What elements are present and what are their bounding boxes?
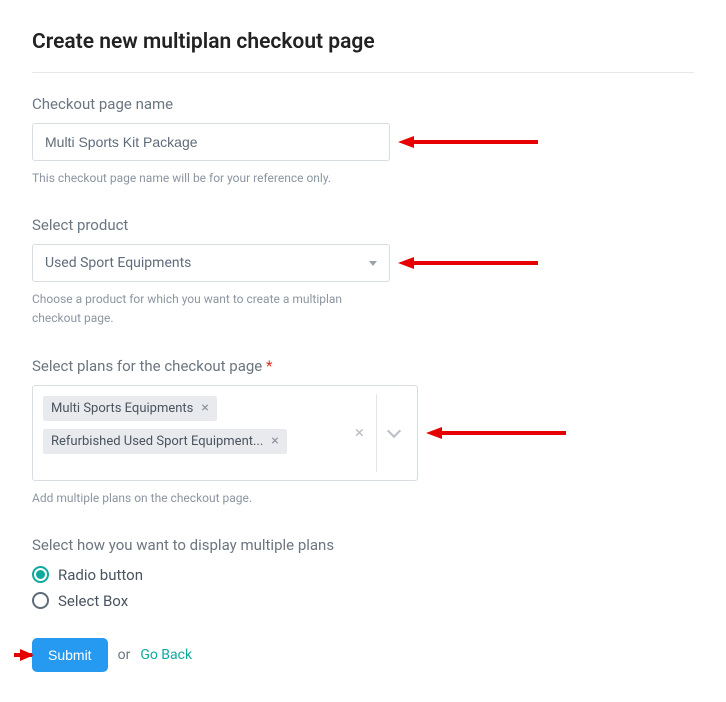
go-back-link[interactable]: Go Back bbox=[140, 647, 192, 663]
field-select-product: Select product Used Sport Equipments Cho… bbox=[32, 216, 694, 328]
plan-tag: Refurbished Used Sport Equipment... × bbox=[43, 429, 287, 454]
page-title: Create new multiplan checkout page bbox=[32, 30, 694, 73]
checkout-name-input[interactable] bbox=[32, 123, 390, 161]
clear-all-icon[interactable]: × bbox=[343, 423, 376, 443]
multiselect-expand-button[interactable] bbox=[377, 430, 407, 436]
display-mode-label: Select how you want to display multiple … bbox=[32, 536, 694, 554]
field-select-plans: Select plans for the checkout page * Mul… bbox=[32, 357, 694, 508]
caret-down-icon bbox=[369, 261, 377, 266]
select-product-label: Select product bbox=[32, 216, 694, 234]
select-plans-label: Select plans for the checkout page * bbox=[32, 357, 694, 375]
required-asterisk-icon: * bbox=[266, 357, 272, 375]
select-product-dropdown[interactable]: Used Sport Equipments bbox=[32, 244, 390, 282]
select-plans-multiselect[interactable]: Multi Sports Equipments × Refurbished Us… bbox=[32, 385, 418, 481]
field-checkout-name: Checkout page name This checkout page na… bbox=[32, 95, 694, 188]
radio-label: Radio button bbox=[58, 566, 143, 584]
select-product-helper: Choose a product for which you want to c… bbox=[32, 290, 392, 328]
radio-option-select-box[interactable]: Select Box bbox=[32, 592, 694, 610]
chevron-down-icon bbox=[387, 423, 401, 437]
radio-option-radio-button[interactable]: Radio button bbox=[32, 566, 694, 584]
radio-selected-icon bbox=[32, 566, 49, 583]
checkout-name-label: Checkout page name bbox=[32, 95, 694, 113]
select-product-value: Used Sport Equipments bbox=[45, 255, 191, 271]
plan-tag: Multi Sports Equipments × bbox=[43, 396, 217, 421]
annotation-arrow-icon bbox=[398, 257, 538, 269]
plan-tag-label: Multi Sports Equipments bbox=[51, 401, 193, 416]
select-plans-helper: Add multiple plans on the checkout page. bbox=[32, 489, 392, 508]
or-text: or bbox=[118, 647, 131, 663]
radio-unselected-icon bbox=[32, 592, 49, 609]
annotation-arrow-icon bbox=[2, 649, 32, 661]
plan-tag-label: Refurbished Used Sport Equipment... bbox=[51, 434, 263, 449]
annotation-arrow-icon bbox=[426, 427, 566, 439]
checkout-name-helper: This checkout page name will be for your… bbox=[32, 169, 392, 188]
field-display-mode: Select how you want to display multiple … bbox=[32, 536, 694, 610]
remove-tag-icon[interactable]: × bbox=[201, 401, 208, 415]
remove-tag-icon[interactable]: × bbox=[271, 434, 278, 448]
annotation-arrow-icon bbox=[398, 136, 538, 148]
submit-button[interactable]: Submit bbox=[32, 638, 108, 672]
action-row: Submit or Go Back bbox=[32, 638, 694, 672]
radio-label: Select Box bbox=[58, 592, 128, 610]
